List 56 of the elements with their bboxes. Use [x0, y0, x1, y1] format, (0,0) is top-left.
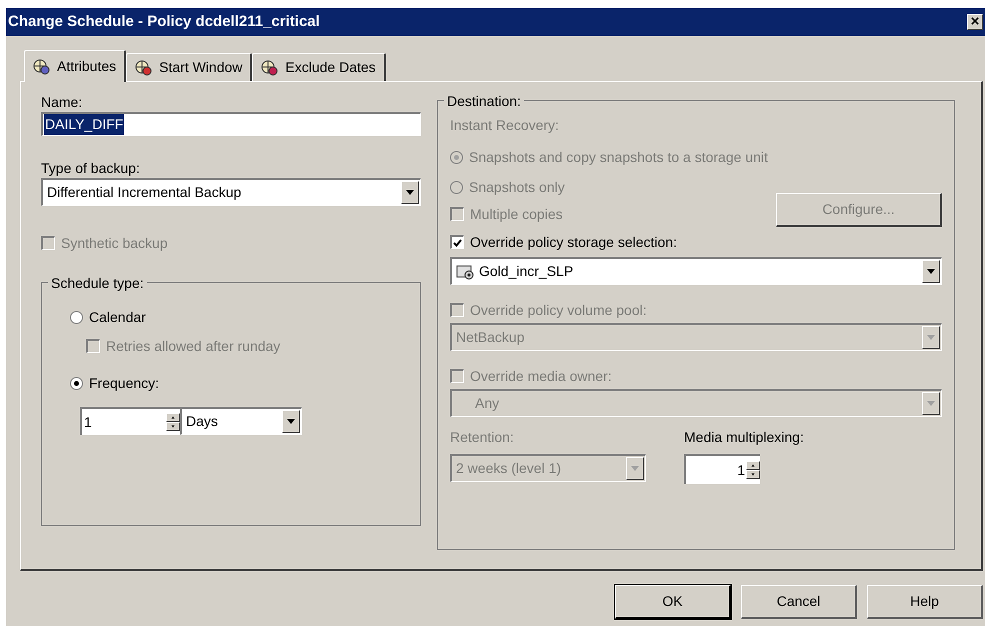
dropdown-arrow-icon — [631, 466, 639, 471]
checkbox-label: Override policy storage selection: — [470, 232, 677, 252]
schedule-icon — [33, 58, 51, 74]
close-button[interactable]: × — [967, 14, 983, 30]
spin-up-icon[interactable] — [166, 413, 180, 422]
field-label: Retention: — [450, 428, 515, 447]
checkbox-label: Synthetic backup — [61, 234, 168, 253]
dropdown-value: NetBackup — [455, 328, 526, 347]
radio-label: Frequency: — [89, 374, 160, 393]
dropdown-arrow-icon — [406, 190, 414, 195]
dropdown-value: Gold_incr_SLP — [478, 262, 574, 281]
window-title: Change Schedule - Policy dcdell211_critical — [8, 12, 320, 32]
dropdown-arrow-icon — [927, 401, 935, 406]
spin-value: 1 — [737, 460, 745, 480]
spin-down-icon[interactable] — [746, 470, 760, 479]
dialog-button[interactable]: Cancel — [741, 585, 857, 619]
tab[interactable]: Exclude Dates — [252, 53, 386, 81]
schedule-icon — [261, 60, 280, 76]
radio-label: Snapshots only — [469, 178, 565, 197]
dialog-button[interactable]: OK — [615, 585, 731, 619]
checkbox-label: Multiple copies — [470, 204, 563, 224]
dropdown[interactable]: Differential Incremental Backup — [41, 178, 421, 206]
tab[interactable]: Attributes — [24, 50, 126, 82]
spin-field[interactable]: 1 — [80, 407, 180, 435]
dropdown[interactable]: Gold_incr_SLP — [450, 257, 942, 285]
checkmark-icon — [453, 238, 462, 246]
checkbox-label: Override policy volume pool: — [470, 300, 647, 320]
radio-label: Calendar — [89, 308, 146, 326]
field-label: Name: — [41, 93, 84, 112]
selected-text: DAILY_DIFF — [44, 114, 124, 135]
dropdown-arrow-icon — [927, 335, 935, 340]
dropdown-value: Days — [185, 412, 219, 431]
spin-value: 1 — [84, 412, 92, 432]
radio-label: Snapshots and copy snapshots to a storage unit — [469, 148, 768, 167]
dropdown-arrow-icon — [927, 269, 935, 274]
radio-button[interactable] — [70, 376, 83, 390]
dropdown-value: Any — [474, 394, 500, 413]
spin-field[interactable]: 1 — [684, 454, 760, 484]
dropdown-value: Differential Incremental Backup — [46, 183, 242, 202]
dropdown[interactable]: Days — [180, 407, 302, 435]
dropdown-value: 2 weeks (level 1) — [455, 459, 562, 478]
checkbox[interactable] — [450, 235, 464, 249]
dialog-button[interactable]: Help — [867, 585, 983, 619]
spin-down-icon[interactable] — [166, 422, 180, 431]
checkbox-label: Retries allowed after runday — [106, 336, 280, 356]
checkbox-label: Override media owner: — [470, 366, 612, 386]
storage-unit-icon — [456, 264, 476, 280]
field-label: Type of backup: — [41, 159, 141, 178]
dropdown-arrow-icon — [287, 419, 295, 424]
radio-button[interactable] — [70, 310, 83, 324]
spin-up-icon[interactable] — [746, 461, 760, 470]
name-field[interactable]: DAILY_DIFF — [41, 112, 421, 136]
schedule-icon — [135, 60, 154, 76]
tab[interactable]: Start Window — [126, 53, 252, 81]
field-label: Media multiplexing: — [684, 428, 804, 447]
section-label: Instant Recovery: — [450, 116, 560, 135]
